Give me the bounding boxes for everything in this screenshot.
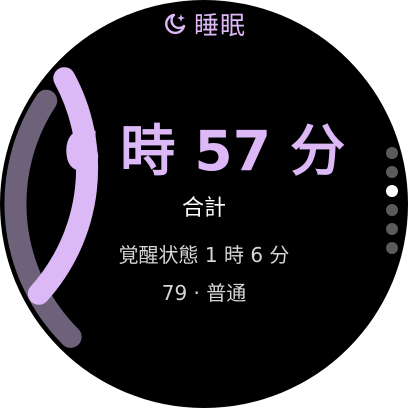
page-dot[interactable]: [386, 204, 398, 216]
sleep-duration: 6 時 57 分: [62, 119, 346, 183]
page-dot-active[interactable]: [386, 185, 398, 197]
sleep-score: 79 · 普通: [161, 281, 247, 305]
page-dot[interactable]: [386, 147, 398, 159]
watch-face: 睡眠 6 時 57 分 合計 覚醒状態 1 時 6 分 79 · 普通: [0, 0, 408, 408]
total-label: 合計: [181, 196, 226, 221]
awake-duration: 覚醒状態 1 時 6 分: [118, 243, 290, 267]
page-indicator: [386, 147, 398, 254]
page-dot[interactable]: [386, 242, 398, 254]
page-dot[interactable]: [386, 166, 398, 178]
page-dot[interactable]: [386, 223, 398, 235]
